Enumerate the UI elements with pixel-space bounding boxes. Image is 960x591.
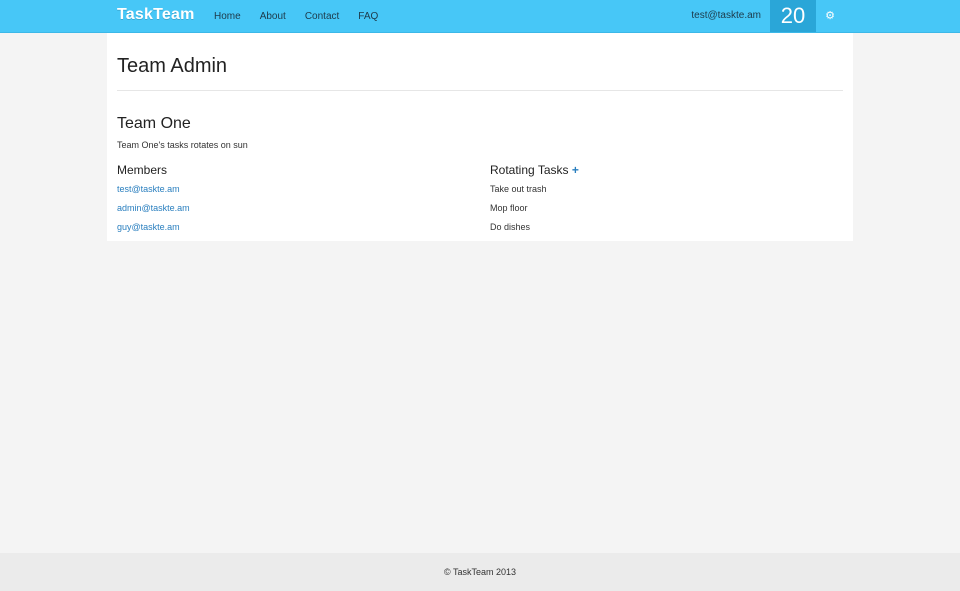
gear-icon[interactable]: ⚙	[824, 0, 836, 32]
task-item: Do dishes	[490, 222, 531, 232]
rotating-tasks-heading: Rotating Tasks	[490, 163, 569, 177]
page-title: Team Admin	[117, 55, 228, 77]
title-divider	[117, 90, 843, 91]
rotating-tasks-heading-row: Rotating Tasks +	[490, 163, 579, 181]
navbar: TaskTeam Home About Contact FAQ test@tas…	[0, 0, 960, 33]
member-link[interactable]: admin@taskte.am	[117, 203, 190, 213]
current-user-email[interactable]: test@taskte.am	[691, 0, 761, 32]
list-item: admin@taskte.am	[117, 200, 190, 219]
add-task-button[interactable]: +	[572, 163, 579, 177]
list-item: test@taskte.am	[117, 181, 190, 200]
task-item: Take out trash	[490, 184, 547, 194]
members-column: Members test@taskte.am admin@taskte.am g…	[117, 163, 190, 238]
members-heading: Members	[117, 163, 168, 177]
member-link[interactable]: guy@taskte.am	[117, 222, 180, 232]
footer: © TaskTeam 2013	[0, 553, 960, 591]
team-description: Team One's tasks rotates on sun	[117, 140, 248, 150]
nav-link-about[interactable]: About	[260, 11, 286, 22]
copyright-text: © TaskTeam 2013	[443, 567, 516, 577]
nav-link-faq[interactable]: FAQ	[358, 11, 378, 22]
member-link[interactable]: test@taskte.am	[117, 184, 180, 194]
main-nav: Home About Contact FAQ	[214, 0, 397, 32]
members-list: test@taskte.am admin@taskte.am guy@taskt…	[117, 181, 190, 238]
points-counter-badge[interactable]: 20	[770, 0, 816, 32]
task-item: Mop floor	[490, 203, 528, 213]
list-item: guy@taskte.am	[117, 219, 190, 238]
nav-link-contact[interactable]: Contact	[305, 11, 339, 22]
team-name: Team One	[117, 115, 191, 132]
brand-logo[interactable]: TaskTeam	[117, 6, 195, 24]
rotating-tasks-column: Rotating Tasks + Take out trash Mop floo…	[490, 163, 579, 238]
nav-link-home[interactable]: Home	[214, 11, 241, 22]
team-admin-panel: Team Admin Team One Team One's tasks rot…	[107, 33, 853, 241]
tasks-list: Take out trash Mop floor Do dishes	[490, 181, 579, 238]
